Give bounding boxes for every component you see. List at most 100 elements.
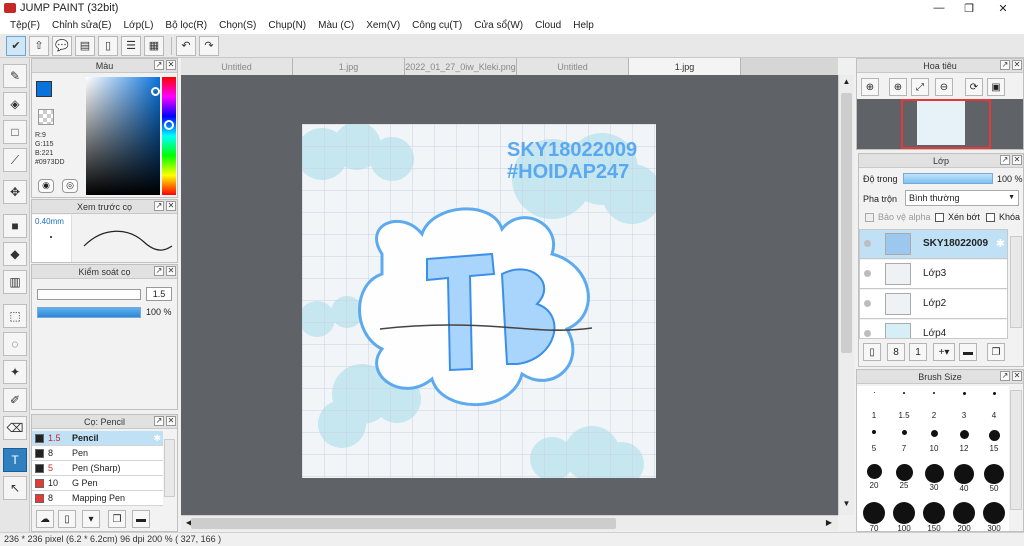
actual-size-icon[interactable]: ▣ [987, 78, 1005, 96]
brush-size-option[interactable]: 100 [887, 502, 921, 531]
undo-icon[interactable]: ↶ [176, 35, 196, 56]
brush-tool-icon[interactable]: ✎ [3, 64, 27, 88]
layer-folder-icon[interactable]: ▬ [959, 343, 977, 361]
export-icon[interactable]: ⇧ [29, 35, 49, 56]
brush-size-option[interactable]: 7 [887, 430, 921, 453]
panel-expand-icon[interactable]: ↗ [154, 60, 164, 70]
brush-size-option[interactable]: 15 [977, 430, 1011, 453]
layer-opacity-slider[interactable] [903, 173, 993, 184]
layer-visibility-icon[interactable] [864, 330, 871, 337]
brush-size-option[interactable]: 25 [887, 464, 921, 490]
layer-row-lop4[interactable]: Lớp4 [860, 320, 1007, 338]
brush-size-option[interactable]: 300 [977, 502, 1011, 531]
new-8bit-layer-icon[interactable]: 8 [887, 343, 905, 361]
layer-row-sky18022009[interactable]: SKY18022009 ✱ [860, 230, 1007, 259]
menu-file[interactable]: Tệp(F) [4, 20, 46, 31]
zoom-in-2-icon[interactable]: ⊕ [889, 78, 907, 96]
gradient-tool-icon[interactable]: ▥ [3, 270, 27, 294]
minimize-button[interactable]: — [924, 0, 954, 16]
speech-bubble-icon[interactable]: 💬 [52, 35, 72, 56]
fit-screen-icon[interactable]: ⤢ [911, 78, 929, 96]
brush-settings-gear-icon[interactable]: ✱ [153, 431, 161, 445]
brush-size-option[interactable]: 20 [857, 464, 891, 490]
brush-size-option[interactable]: 50 [977, 464, 1011, 493]
brush-options-icon[interactable]: ▾ [82, 510, 100, 528]
brush-size-option[interactable]: 1.5 [887, 392, 921, 420]
vertical-scrollbar[interactable]: ▲ ▼ [838, 75, 854, 515]
tab-untitled-1[interactable]: Untitled [181, 58, 293, 75]
new-1bit-layer-icon[interactable]: 1 [909, 343, 927, 361]
list-icon[interactable]: ☰ [121, 35, 141, 56]
brush-size-option[interactable]: 30 [917, 464, 951, 492]
panel-close-icon[interactable]: ✕ [166, 201, 176, 211]
zoom-out-icon[interactable]: ⊖ [935, 78, 953, 96]
scroll-down-icon[interactable]: ▼ [840, 499, 853, 511]
brush-item-pencil[interactable]: 1.5 Pencil ✱ [32, 431, 163, 446]
saturation-value-picker[interactable] [86, 77, 160, 195]
menu-color[interactable]: Màu (C) [312, 20, 360, 31]
new-brush-icon[interactable]: ▯ [58, 510, 76, 528]
brush-size-option[interactable]: 40 [947, 464, 981, 493]
brush-opacity-slider[interactable] [37, 307, 141, 318]
layer-visibility-icon[interactable] [864, 300, 871, 307]
comment-icon[interactable]: ▤ [75, 35, 95, 56]
page-icon[interactable]: ▯ [98, 35, 118, 56]
magic-wand-tool-icon[interactable]: ✦ [3, 360, 27, 384]
layer-row-lop3[interactable]: Lớp3 [860, 260, 1007, 289]
panel-close-icon[interactable]: ✕ [1012, 155, 1022, 165]
menu-capture[interactable]: Chụp(N) [262, 20, 312, 31]
vertical-scroll-thumb[interactable] [841, 93, 852, 353]
layer-visibility-icon[interactable] [864, 270, 871, 277]
brush-size-option[interactable]: 10 [917, 430, 951, 453]
menu-cloud[interactable]: Cloud [529, 20, 567, 31]
brush-size-option[interactable]: 150 [917, 502, 951, 531]
bucket-tool-icon[interactable]: ◆ [3, 242, 27, 266]
line-tool-icon[interactable]: ⟋ [3, 148, 27, 172]
panel-close-icon[interactable]: ✕ [166, 60, 176, 70]
menu-filter[interactable]: Bộ lọc(R) [159, 20, 213, 31]
brush-size-value[interactable]: 1.5 [146, 287, 172, 301]
panel-expand-icon[interactable]: ↗ [1000, 60, 1010, 70]
brush-size-option[interactable]: 5 [857, 430, 891, 453]
layer-settings-gear-icon[interactable]: ✱ [996, 237, 1005, 250]
menu-edit[interactable]: Chỉnh sửa(E) [46, 20, 118, 31]
transparent-color-swatch[interactable] [38, 109, 54, 125]
horizontal-scrollbar[interactable]: ◀ ▶ [181, 515, 838, 531]
horizontal-scroll-thumb[interactable] [191, 518, 616, 529]
color-history-icon[interactable]: ◎ [62, 179, 78, 193]
maximize-button[interactable]: ❐ [954, 0, 984, 16]
select-eraser-tool-icon[interactable]: ⌫ [3, 416, 27, 440]
move-tool-icon[interactable]: ✥ [3, 180, 27, 204]
protect-alpha-checkbox[interactable] [865, 213, 874, 222]
panel-expand-icon[interactable]: ↗ [1000, 155, 1010, 165]
panel-expand-icon[interactable]: ↗ [1000, 371, 1010, 381]
menu-select[interactable]: Chọn(S) [213, 20, 262, 31]
select-rect-tool-icon[interactable]: ⬚ [3, 304, 27, 328]
brush-list-scrollbar[interactable] [164, 439, 175, 497]
panel-expand-icon[interactable]: ↗ [154, 201, 164, 211]
check-icon[interactable]: ✔ [6, 35, 26, 56]
copy-layer-icon[interactable]: ❐ [987, 343, 1005, 361]
text-tool-icon[interactable]: T [3, 448, 27, 472]
sv-picker-handle[interactable] [151, 87, 160, 96]
panel-close-icon[interactable]: ✕ [166, 266, 176, 276]
panel-close-icon[interactable]: ✕ [1012, 371, 1022, 381]
rotate-icon[interactable]: ⟳ [965, 78, 983, 96]
document-canvas[interactable]: SKY18022009 #HOIDAP247 [302, 124, 656, 478]
clipping-checkbox[interactable] [935, 213, 944, 222]
scroll-right-icon[interactable]: ▶ [823, 518, 835, 530]
brush-size-option[interactable]: 3 [947, 392, 981, 420]
hue-slider[interactable] [162, 77, 176, 195]
brush-size-slider[interactable] [37, 289, 141, 300]
lasso-tool-icon[interactable]: ◌ [3, 332, 27, 356]
menu-view[interactable]: Xem(V) [360, 20, 406, 31]
rectangle-tool-icon[interactable]: □ [3, 120, 27, 144]
zoom-in-icon[interactable]: ⊕ [861, 78, 879, 96]
fill-rect-tool-icon[interactable]: ■ [3, 214, 27, 238]
tab-kleki-png[interactable]: 2022_01_27_0iw_Kleki.png [405, 58, 517, 75]
operation-tool-icon[interactable]: ↖ [3, 476, 27, 500]
panel-close-icon[interactable]: ✕ [1012, 60, 1022, 70]
close-button[interactable]: ✕ [988, 0, 1018, 16]
panel-expand-icon[interactable]: ↗ [154, 266, 164, 276]
panel-close-icon[interactable]: ✕ [166, 416, 176, 426]
